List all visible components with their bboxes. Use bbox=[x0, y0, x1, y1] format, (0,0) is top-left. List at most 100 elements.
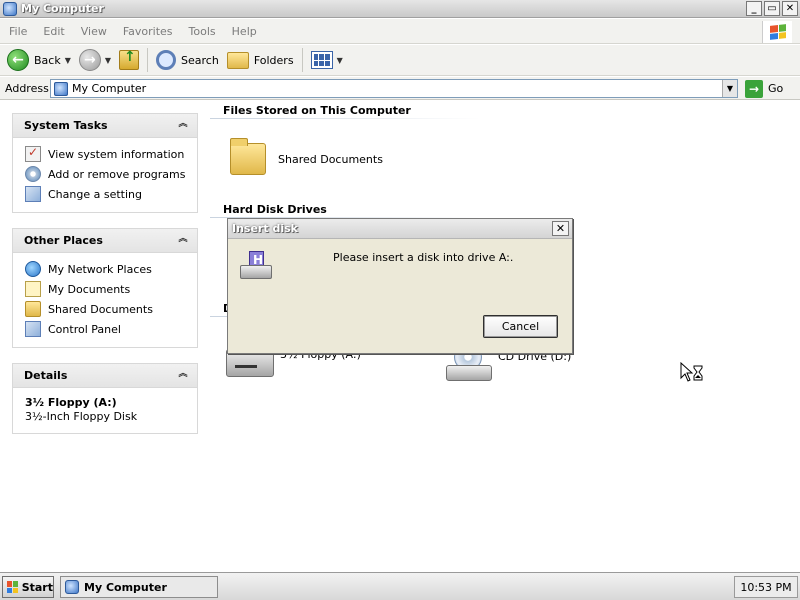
section-files-stored: Files Stored on This Computer bbox=[223, 104, 411, 117]
search-button[interactable]: Search bbox=[152, 47, 223, 73]
my-documents-icon bbox=[25, 281, 41, 297]
start-label: Start bbox=[21, 580, 53, 594]
folders-label: Folders bbox=[253, 53, 294, 67]
search-icon bbox=[156, 50, 177, 70]
menu-help[interactable]: Help bbox=[224, 25, 265, 38]
close-button[interactable]: ✕ bbox=[782, 1, 798, 16]
view-system-information-link[interactable]: View system information bbox=[25, 144, 197, 164]
task-label: Add or remove programs bbox=[48, 167, 186, 181]
change-setting-link[interactable]: Change a setting bbox=[25, 184, 197, 204]
insert-disk-dialog: Insert disk ✕ Please insert a disk into … bbox=[227, 218, 573, 354]
back-button[interactable]: ← Back ▼ bbox=[3, 47, 75, 73]
my-computer-icon bbox=[54, 81, 68, 96]
shared-documents-folder-icon bbox=[230, 138, 266, 175]
menu-edit[interactable]: Edit bbox=[35, 25, 72, 38]
taskbar: Start My Computer 10:53 PM bbox=[0, 572, 800, 600]
details-item-name: 3½ Floppy (A:) bbox=[25, 396, 117, 409]
folders-icon bbox=[226, 51, 249, 69]
system-tasks-header[interactable]: System Tasks ︽ bbox=[13, 114, 197, 138]
place-label: My Documents bbox=[48, 282, 131, 296]
system-tasks-list: View system information Add or remove pr… bbox=[13, 138, 197, 212]
dialog-close-button[interactable]: ✕ bbox=[552, 221, 569, 236]
menu-view[interactable]: View bbox=[73, 25, 115, 38]
back-dropdown-icon[interactable]: ▼ bbox=[65, 56, 71, 65]
address-label: Address bbox=[5, 81, 49, 95]
collapse-icon[interactable]: ︽ bbox=[177, 234, 189, 247]
dialog-message: Please insert a disk into drive A:. bbox=[333, 251, 514, 264]
address-dropdown-icon[interactable]: ▼ bbox=[722, 80, 737, 97]
toolbar: ← Back ▼ → ▼ Search Folders ▼ bbox=[0, 45, 800, 76]
maximize-button[interactable]: ▭ bbox=[764, 1, 780, 16]
taskbar-item-label: My Computer bbox=[84, 580, 167, 594]
go-button[interactable]: → Go bbox=[745, 79, 783, 98]
collapse-icon[interactable]: ︽ bbox=[177, 119, 189, 132]
details-header[interactable]: Details ︽ bbox=[13, 364, 197, 388]
control-panel-icon bbox=[25, 321, 41, 337]
back-arrow-icon: ← bbox=[7, 49, 29, 71]
other-places-title: Other Places bbox=[24, 234, 103, 247]
control-panel-link[interactable]: Control Panel bbox=[25, 319, 197, 339]
folders-button[interactable]: Folders bbox=[223, 47, 298, 73]
forward-arrow-icon: → bbox=[78, 49, 101, 71]
taskbar-item-my-computer[interactable]: My Computer bbox=[60, 576, 218, 598]
views-button[interactable]: ▼ bbox=[307, 47, 347, 73]
control-panel-icon bbox=[25, 186, 41, 202]
windows-flag-icon bbox=[7, 581, 18, 593]
window-controls: _ ▭ ✕ bbox=[746, 1, 798, 16]
system-info-icon bbox=[25, 145, 41, 162]
details-item-description: 3½-Inch Floppy Disk bbox=[25, 410, 138, 423]
address-field[interactable]: My Computer ▼ bbox=[50, 79, 738, 98]
address-bar: Address My Computer ▼ → Go bbox=[0, 77, 800, 100]
my-computer-icon bbox=[65, 580, 79, 594]
section-hard-disk-drives: Hard Disk Drives bbox=[223, 203, 327, 216]
start-button[interactable]: Start bbox=[2, 576, 54, 598]
folder-icon bbox=[25, 301, 41, 317]
system-clock[interactable]: 10:53 PM bbox=[734, 576, 798, 598]
details-body: 3½ Floppy (A:) 3½-Inch Floppy Disk bbox=[13, 388, 197, 433]
views-icon bbox=[310, 51, 333, 69]
toolbar-separator bbox=[301, 48, 303, 72]
other-places-panel: Other Places ︽ My Network Places My Docu… bbox=[12, 228, 198, 348]
back-label: Back bbox=[34, 53, 61, 67]
my-network-places-link[interactable]: My Network Places bbox=[25, 259, 197, 279]
dialog-title-bar: Insert disk ✕ bbox=[228, 219, 572, 239]
floppy-disk-icon bbox=[240, 251, 272, 281]
other-places-header[interactable]: Other Places ︽ bbox=[13, 229, 197, 253]
menu-favorites[interactable]: Favorites bbox=[115, 25, 181, 38]
details-panel: Details ︽ 3½ Floppy (A:) 3½-Inch Floppy … bbox=[12, 363, 198, 434]
add-remove-programs-icon bbox=[25, 166, 41, 182]
menu-file[interactable]: File bbox=[0, 25, 35, 38]
system-tasks-panel: System Tasks ︽ View system information A… bbox=[12, 113, 198, 213]
place-label: Control Panel bbox=[48, 322, 121, 336]
dialog-title: Insert disk bbox=[232, 222, 298, 235]
toolbar-separator bbox=[147, 48, 149, 72]
cancel-button[interactable]: Cancel bbox=[483, 315, 558, 338]
minimize-button[interactable]: _ bbox=[746, 1, 762, 16]
add-remove-programs-link[interactable]: Add or remove programs bbox=[25, 164, 197, 184]
forward-dropdown-icon[interactable]: ▼ bbox=[105, 56, 111, 65]
network-places-icon bbox=[25, 261, 41, 277]
go-label: Go bbox=[768, 82, 784, 95]
forward-button[interactable]: → ▼ bbox=[75, 47, 115, 73]
shared-documents-link[interactable]: Shared Documents bbox=[25, 299, 197, 319]
collapse-icon[interactable]: ︽ bbox=[177, 369, 189, 382]
busy-cursor-icon bbox=[680, 362, 703, 382]
task-label: View system information bbox=[48, 147, 185, 161]
menu-bar: File Edit View Favorites Tools Help bbox=[0, 19, 800, 44]
shared-documents-label: Shared Documents bbox=[278, 152, 383, 166]
folder-up-icon bbox=[119, 49, 140, 70]
window-title: My Computer bbox=[21, 2, 104, 15]
section-divider bbox=[210, 118, 480, 119]
place-label: My Network Places bbox=[48, 262, 152, 276]
my-computer-icon bbox=[3, 1, 17, 16]
task-label: Change a setting bbox=[48, 187, 142, 201]
details-title: Details bbox=[24, 369, 68, 382]
place-label: Shared Documents bbox=[48, 302, 153, 316]
my-documents-link[interactable]: My Documents bbox=[25, 279, 197, 299]
up-button[interactable] bbox=[115, 47, 143, 73]
menu-tools[interactable]: Tools bbox=[181, 25, 224, 38]
windows-flag-icon bbox=[769, 24, 786, 40]
views-dropdown-icon[interactable]: ▼ bbox=[337, 56, 343, 65]
shared-documents-item[interactable]: Shared Documents bbox=[230, 138, 383, 175]
address-value: My Computer bbox=[72, 82, 147, 95]
